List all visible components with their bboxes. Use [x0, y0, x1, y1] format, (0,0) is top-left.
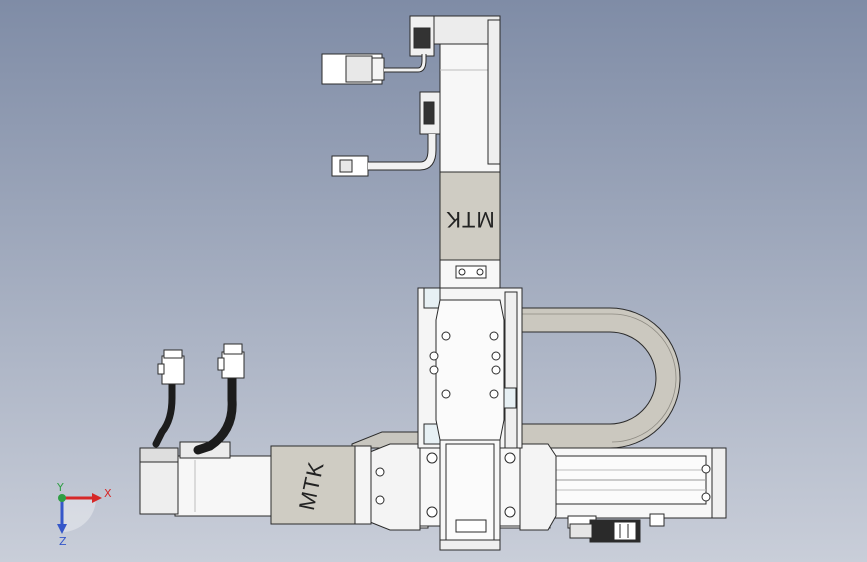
y-axis-point [58, 494, 66, 502]
vertical-module-label: MTK [445, 207, 494, 232]
cad-viewport[interactable]: MTK MTK X Y Z [0, 0, 867, 562]
horizontal-flange [354, 445, 372, 525]
x-axis-label: X [104, 487, 112, 500]
z-axis-label: Z [59, 535, 67, 548]
assembly-drawing: MTK MTK X Y Z [0, 0, 867, 562]
vertical-motor [431, 15, 501, 173]
horizontal-axis-module [369, 443, 727, 531]
y-axis-label: Y [56, 481, 64, 494]
